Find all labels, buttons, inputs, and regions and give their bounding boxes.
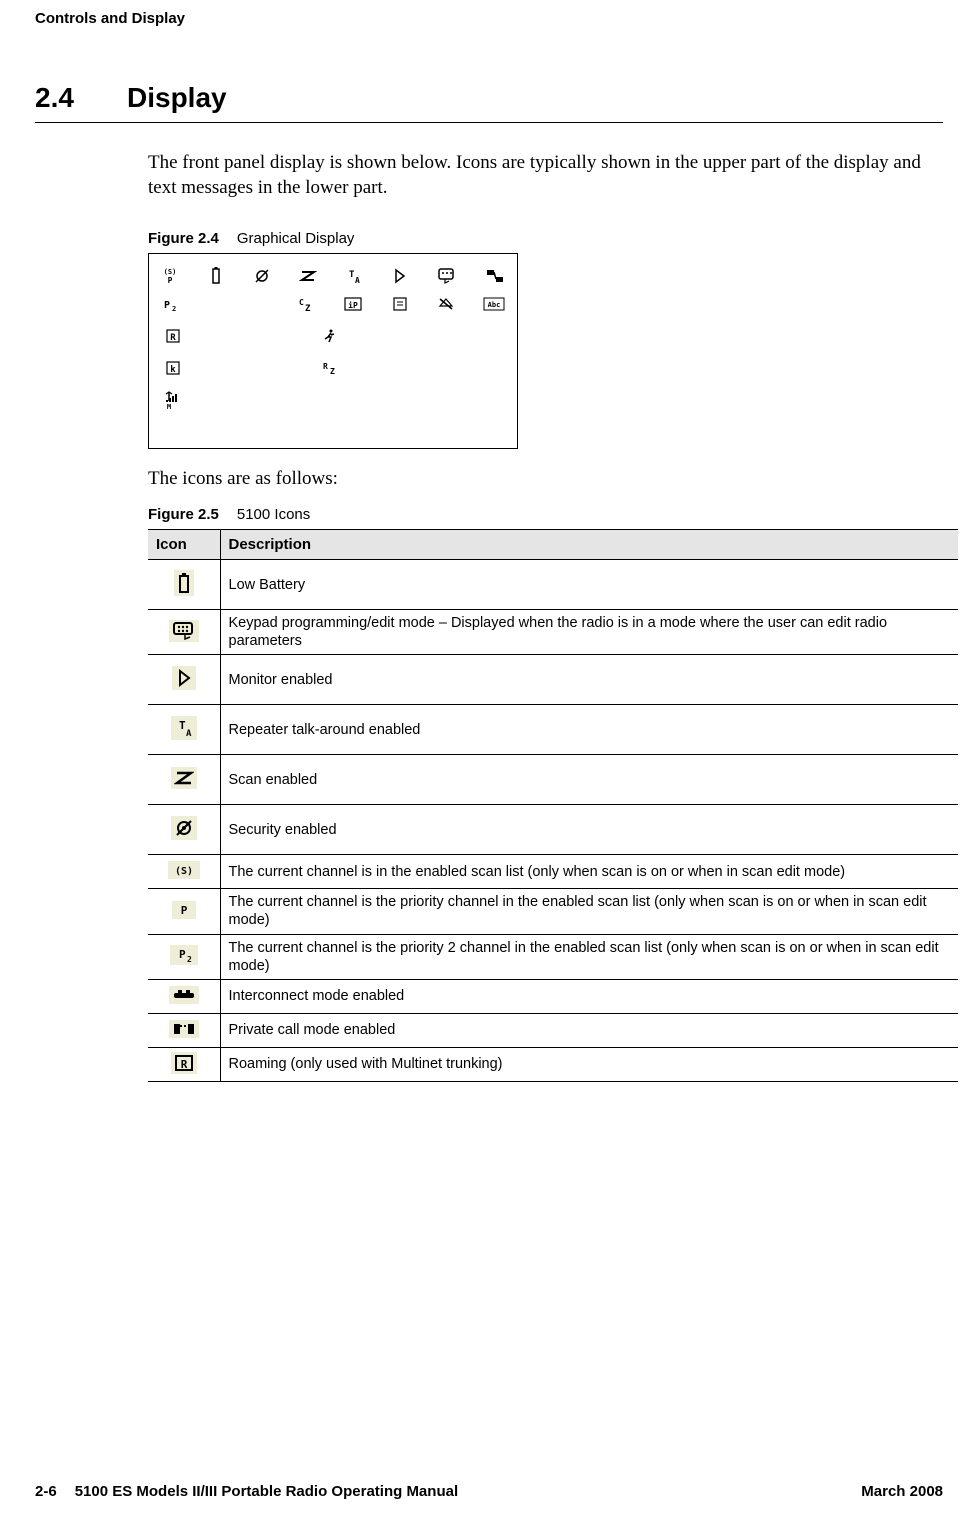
svg-text:(S): (S) xyxy=(175,866,193,877)
svg-text:C: C xyxy=(299,298,304,307)
display-icon-roaming: R xyxy=(161,328,185,344)
table-row: Low Battery xyxy=(148,560,958,610)
table-row: P The current channel is the priority ch… xyxy=(148,889,958,934)
display-icon-interconnect xyxy=(485,267,505,285)
table-row: Interconnect mode enabled xyxy=(148,979,958,1013)
svg-text:A: A xyxy=(355,276,360,285)
figure-2-5-caption: 5100 Icons xyxy=(237,506,310,523)
page-footer: 2-6 5100 ES Models II/III Portable Radio… xyxy=(35,1483,943,1500)
monitor-icon xyxy=(172,666,196,690)
display-icon-run xyxy=(317,328,341,344)
keypad-prog-icon xyxy=(169,620,199,642)
table-row: Monitor enabled xyxy=(148,655,958,705)
table-row: Scan enabled xyxy=(148,755,958,805)
section-title: Display xyxy=(127,82,227,113)
desc-cell: Repeater talk-around enabled xyxy=(220,705,958,755)
svg-text:P: P xyxy=(179,948,186,961)
figure-2-5-number: Figure 2.5 xyxy=(148,506,219,523)
display-icon-security xyxy=(253,267,271,285)
desc-cell: Private call mode enabled xyxy=(220,1013,958,1047)
footer-date: March 2008 xyxy=(861,1483,943,1500)
svg-text:Abc: Abc xyxy=(488,301,501,309)
display-icon-talkaround: TA xyxy=(345,267,363,285)
display-icon-scanlist: (S)P xyxy=(161,267,179,285)
display-icon-ip: iP xyxy=(343,296,363,312)
display-icon-rz: RZ xyxy=(317,361,341,375)
scan-icon xyxy=(171,767,197,789)
table-row: Security enabled xyxy=(148,805,958,855)
svg-text:M: M xyxy=(167,403,171,410)
desc-cell: The current channel is the priority chan… xyxy=(220,889,958,934)
svg-text:P: P xyxy=(180,904,187,917)
priority-icon: P xyxy=(172,901,196,919)
roaming-icon: R xyxy=(171,1052,197,1074)
svg-text:2: 2 xyxy=(172,305,176,312)
display-icon-scan xyxy=(299,267,317,285)
desc-cell: Interconnect mode enabled xyxy=(220,979,958,1013)
svg-text:k: k xyxy=(170,365,176,375)
interconnect-icon xyxy=(169,986,199,1004)
display-icon-nosignal xyxy=(437,296,455,312)
display-icon-page xyxy=(391,296,409,312)
low-battery-icon xyxy=(174,570,194,596)
desc-cell: Roaming (only used with Multinet trunkin… xyxy=(220,1047,958,1081)
desc-cell: The current channel is the priority 2 ch… xyxy=(220,934,958,979)
display-icon-abc: Abc xyxy=(483,297,505,311)
svg-text:2: 2 xyxy=(187,955,192,963)
col-header-desc: Description xyxy=(220,530,958,560)
svg-text:R: R xyxy=(170,333,176,343)
intro-paragraph: The front panel display is shown below. … xyxy=(148,151,933,200)
display-icon-keypad xyxy=(437,267,457,285)
display-icon-signal: M xyxy=(161,390,185,410)
desc-cell: Security enabled xyxy=(220,805,958,855)
page-header: Controls and Display xyxy=(35,10,943,27)
figure-2-4-number: Figure 2.4 xyxy=(148,230,219,247)
svg-text:iP: iP xyxy=(348,300,358,310)
scanlist-icon: (S) xyxy=(168,861,200,879)
icons-table: Icon Description Low Battery Keypad prog… xyxy=(148,529,958,1082)
graphical-display-figure: (S)P TA P2 CZ iP Abc R k RZ M xyxy=(148,253,518,449)
section-number: 2.4 xyxy=(35,82,127,114)
talkaround-icon: TA xyxy=(171,716,197,740)
footer-page-number: 2-6 xyxy=(35,1483,57,1500)
desc-cell: Low Battery xyxy=(220,560,958,610)
display-icon-monitor xyxy=(391,267,409,285)
table-row: P2 The current channel is the priority 2… xyxy=(148,934,958,979)
display-icon-battery xyxy=(207,266,225,286)
desc-cell: Keypad programming/edit mode – Displayed… xyxy=(220,610,958,655)
svg-text:R: R xyxy=(180,1058,187,1071)
figure-2-5-label: Figure 2.5 5100 Icons xyxy=(148,506,943,523)
table-row: R Roaming (only used with Multinet trunk… xyxy=(148,1047,958,1081)
icons-intro: The icons are as follows: xyxy=(148,467,933,492)
svg-text:T: T xyxy=(179,719,186,732)
figure-2-4-label: Figure 2.4 Graphical Display xyxy=(148,230,943,247)
display-icon-cz: CZ xyxy=(297,296,315,312)
table-row: Private call mode enabled xyxy=(148,1013,958,1047)
table-row: (S) The current channel is in the enable… xyxy=(148,855,958,889)
security-icon xyxy=(171,816,197,840)
svg-text:Z: Z xyxy=(330,367,335,375)
svg-text:P: P xyxy=(168,276,173,285)
svg-text:Z: Z xyxy=(305,304,311,312)
svg-text:(S): (S) xyxy=(164,268,177,276)
svg-text:R: R xyxy=(323,362,328,371)
table-row: TA Repeater talk-around enabled xyxy=(148,705,958,755)
figure-2-4-caption: Graphical Display xyxy=(237,230,355,247)
footer-title: 5100 ES Models II/III Portable Radio Ope… xyxy=(75,1483,862,1500)
privatecall-icon xyxy=(169,1020,199,1038)
desc-cell: The current channel is in the enabled sc… xyxy=(220,855,958,889)
section-heading: 2.4Display xyxy=(35,82,943,123)
desc-cell: Monitor enabled xyxy=(220,655,958,705)
display-icon-k: k xyxy=(161,360,185,376)
table-row: Keypad programming/edit mode – Displayed… xyxy=(148,610,958,655)
display-icon-p2: P2 xyxy=(161,296,179,312)
priority2-icon: P2 xyxy=(170,945,198,965)
svg-text:A: A xyxy=(186,729,192,738)
desc-cell: Scan enabled xyxy=(220,755,958,805)
svg-text:P: P xyxy=(164,300,170,311)
col-header-icon: Icon xyxy=(148,530,220,560)
